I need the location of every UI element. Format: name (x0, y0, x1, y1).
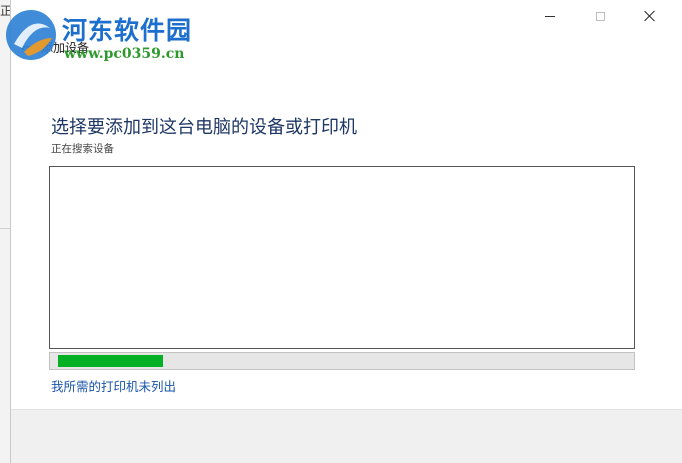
background-divider (0, 228, 10, 229)
minimize-icon (545, 15, 555, 17)
screen: 正 ← 添加设备 选择要添加到这台电脑的设备或打印机 正在搜索设备 我所需的打印… (0, 0, 682, 463)
close-icon (644, 10, 656, 22)
title-bar[interactable] (11, 0, 682, 32)
window-title: 添加设备 (41, 41, 90, 55)
progress-fill (58, 355, 163, 367)
dialog-footer (11, 409, 682, 463)
back-arrow-icon: ← (19, 37, 33, 56)
close-button[interactable] (627, 0, 673, 32)
navigation-row: ← 添加设备 (11, 32, 682, 62)
minimize-button[interactable] (527, 0, 573, 32)
back-button[interactable]: ← (15, 36, 37, 58)
add-device-dialog: ← 添加设备 选择要添加到这台电脑的设备或打印机 正在搜索设备 我所需的打印机未… (10, 0, 682, 463)
page-heading: 选择要添加到这台电脑的设备或打印机 (51, 117, 357, 138)
search-progress-bar (49, 352, 635, 370)
maximize-button[interactable] (577, 0, 623, 32)
maximize-icon (595, 11, 605, 21)
search-status: 正在搜索设备 (51, 143, 114, 155)
device-list[interactable] (49, 166, 635, 349)
printer-not-listed-link[interactable]: 我所需的打印机未列出 (51, 376, 176, 395)
